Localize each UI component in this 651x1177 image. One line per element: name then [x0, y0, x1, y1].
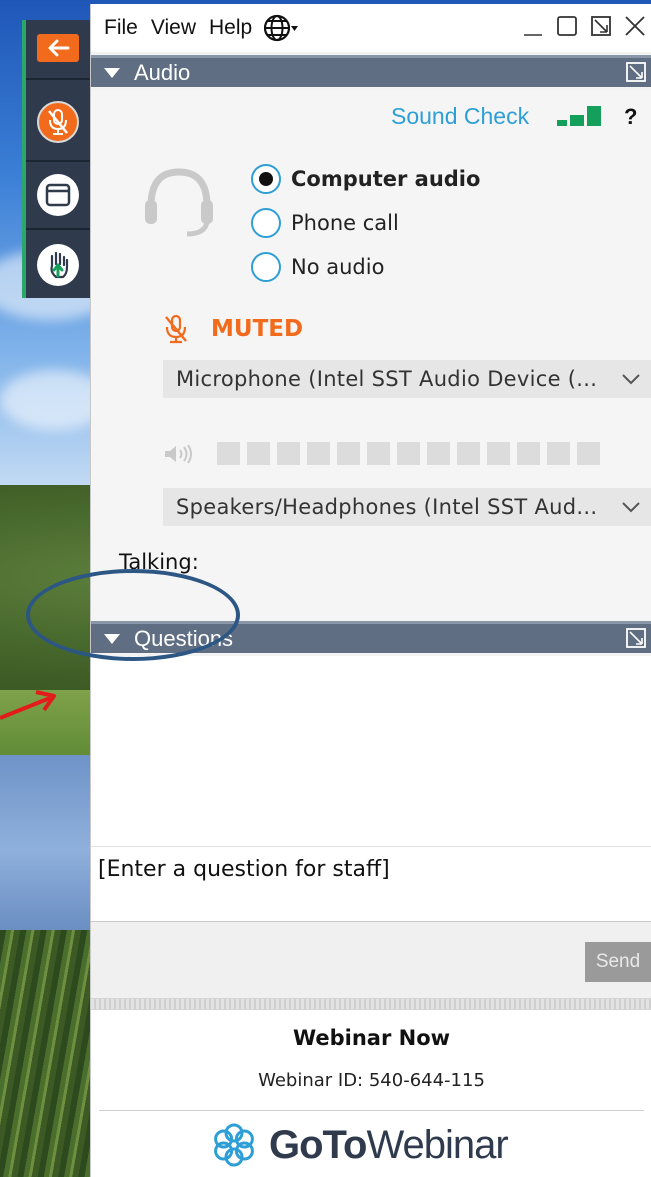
audio-help-button[interactable]: ?	[624, 104, 637, 130]
collapse-panel-button[interactable]	[26, 26, 90, 70]
brand-goto: GoTo	[269, 1122, 367, 1167]
language-menu[interactable]	[264, 13, 299, 43]
radio-button[interactable]	[251, 252, 281, 282]
collapse-triangle-icon	[104, 67, 120, 78]
microphone-muted-icon	[165, 314, 187, 344]
questions-log	[91, 656, 651, 846]
radio-label: Phone call	[291, 211, 399, 235]
close-icon	[625, 16, 645, 36]
speaker-volume-icon	[165, 443, 192, 464]
webinar-info-footer: Webinar Now Webinar ID: 540-644-115 GoTo…	[91, 1010, 651, 1177]
highlight-ellipse	[26, 569, 240, 661]
menu-help[interactable]: Help	[209, 16, 252, 40]
radio-label: No audio	[291, 255, 385, 279]
restore-icon	[591, 16, 611, 36]
signal-strength-icon	[557, 104, 607, 126]
radio-computer-audio[interactable]: Computer audio	[251, 164, 480, 194]
popout-icon	[626, 628, 646, 648]
back-arrow-icon	[48, 39, 70, 57]
microphone-level-meter	[163, 442, 600, 465]
maximize-button[interactable]	[556, 14, 578, 38]
send-area: Send	[91, 922, 651, 1004]
show-screen-button[interactable]	[26, 162, 90, 228]
speakers-select-value: Speakers/Headphones (Intel SST Aud...	[176, 495, 598, 519]
menu-view[interactable]: View	[151, 16, 196, 40]
webinar-id: Webinar ID: 540-644-115	[258, 1070, 485, 1091]
raise-hand-icon	[50, 251, 69, 279]
microphone-select-value: Microphone (Intel SST Audio Device (...	[176, 367, 598, 391]
radio-no-audio[interactable]: No audio	[251, 252, 384, 282]
menu-bar: File View Help	[91, 4, 651, 52]
toolbar-divider	[26, 78, 90, 80]
level-boxes	[217, 442, 600, 465]
toggle-mute-button[interactable]	[26, 86, 90, 158]
minimize-icon	[524, 34, 542, 36]
radio-button[interactable]	[251, 208, 281, 238]
window-controls	[522, 14, 646, 38]
red-arrow-icon	[0, 690, 56, 720]
footer-divider	[99, 1110, 644, 1111]
audio-section-header[interactable]: Audio	[91, 55, 651, 87]
brand-webinar: Webinar	[366, 1122, 508, 1167]
restore-button[interactable]	[590, 14, 612, 38]
question-input-placeholder: [Enter a question for staff]	[98, 857, 390, 882]
gotowebinar-logo: GoTo Webinar	[211, 1122, 509, 1168]
audio-panel: Sound Check ? Computer audio Phone call …	[91, 90, 651, 620]
maximize-icon	[557, 16, 577, 36]
resize-grip[interactable]	[91, 998, 651, 1010]
popout-questions-button[interactable]	[626, 628, 646, 648]
minimize-button[interactable]	[522, 14, 544, 38]
radio-button[interactable]	[251, 164, 281, 194]
audio-header-label: Audio	[134, 59, 191, 85]
question-input[interactable]: [Enter a question for staff]	[91, 846, 651, 922]
globe-icon	[264, 14, 299, 42]
radio-label: Computer audio	[291, 167, 481, 191]
popout-icon	[626, 62, 646, 82]
microphone-muted-icon	[48, 109, 68, 135]
screen-icon	[45, 183, 71, 207]
close-button[interactable]	[624, 14, 646, 38]
toolbar-divider	[26, 228, 90, 230]
chevron-down-icon	[622, 502, 640, 513]
raise-hand-button[interactable]	[26, 232, 90, 298]
chevron-down-icon	[622, 374, 640, 385]
popout-audio-button[interactable]	[626, 62, 646, 82]
muted-label: MUTED	[211, 316, 304, 342]
floating-toolbar	[22, 20, 90, 298]
radio-phone-call[interactable]: Phone call	[251, 208, 399, 238]
sound-check-link[interactable]: Sound Check	[391, 103, 529, 130]
flower-logo-icon	[214, 1123, 254, 1167]
microphone-select[interactable]: Microphone (Intel SST Audio Device (...	[163, 360, 651, 398]
mute-status[interactable]: MUTED	[163, 314, 303, 344]
speakers-select[interactable]: Speakers/Headphones (Intel SST Aud...	[163, 488, 651, 526]
headset-icon	[145, 168, 213, 237]
send-button[interactable]: Send	[585, 942, 651, 982]
menu-file[interactable]: File	[104, 16, 138, 40]
webinar-title: Webinar Now	[292, 1026, 451, 1050]
